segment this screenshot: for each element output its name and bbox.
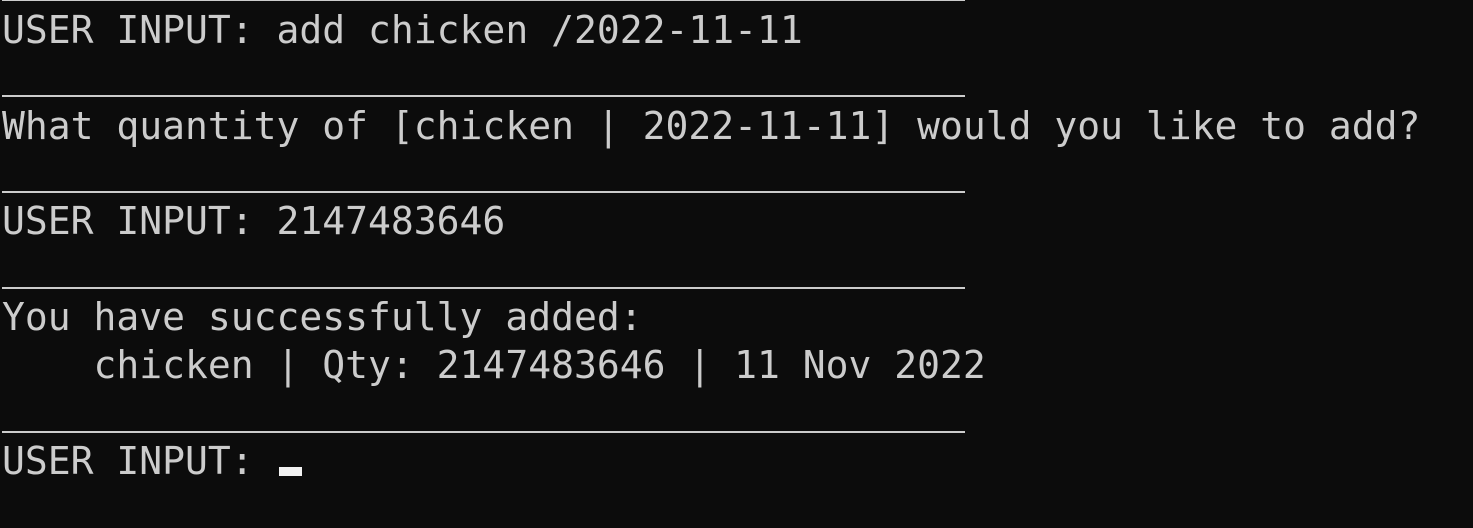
text-cursor [278,467,302,476]
quantity-question-line: What quantity of [chicken | 2022-11-11] … [2,104,1421,148]
success-message-line: You have successfully added: [2,295,643,339]
prompt-label: USER INPUT: [2,439,277,483]
current-prompt-line[interactable]: USER INPUT: [2,437,302,485]
separator-line [2,191,965,193]
separator-line [2,431,965,433]
added-item-line: chicken | Qty: 2147483646 | 11 Nov 2022 [2,343,986,387]
separator-line [2,95,965,97]
user-input-line-2: USER INPUT: 2147483646 [2,199,506,243]
user-input-line-1: USER INPUT: add chicken /2022-11-11 [2,8,803,52]
separator-line [2,287,965,289]
terminal-window[interactable]: USER INPUT: add chicken /2022-11-11 What… [0,0,1473,528]
separator-line [2,0,965,1]
